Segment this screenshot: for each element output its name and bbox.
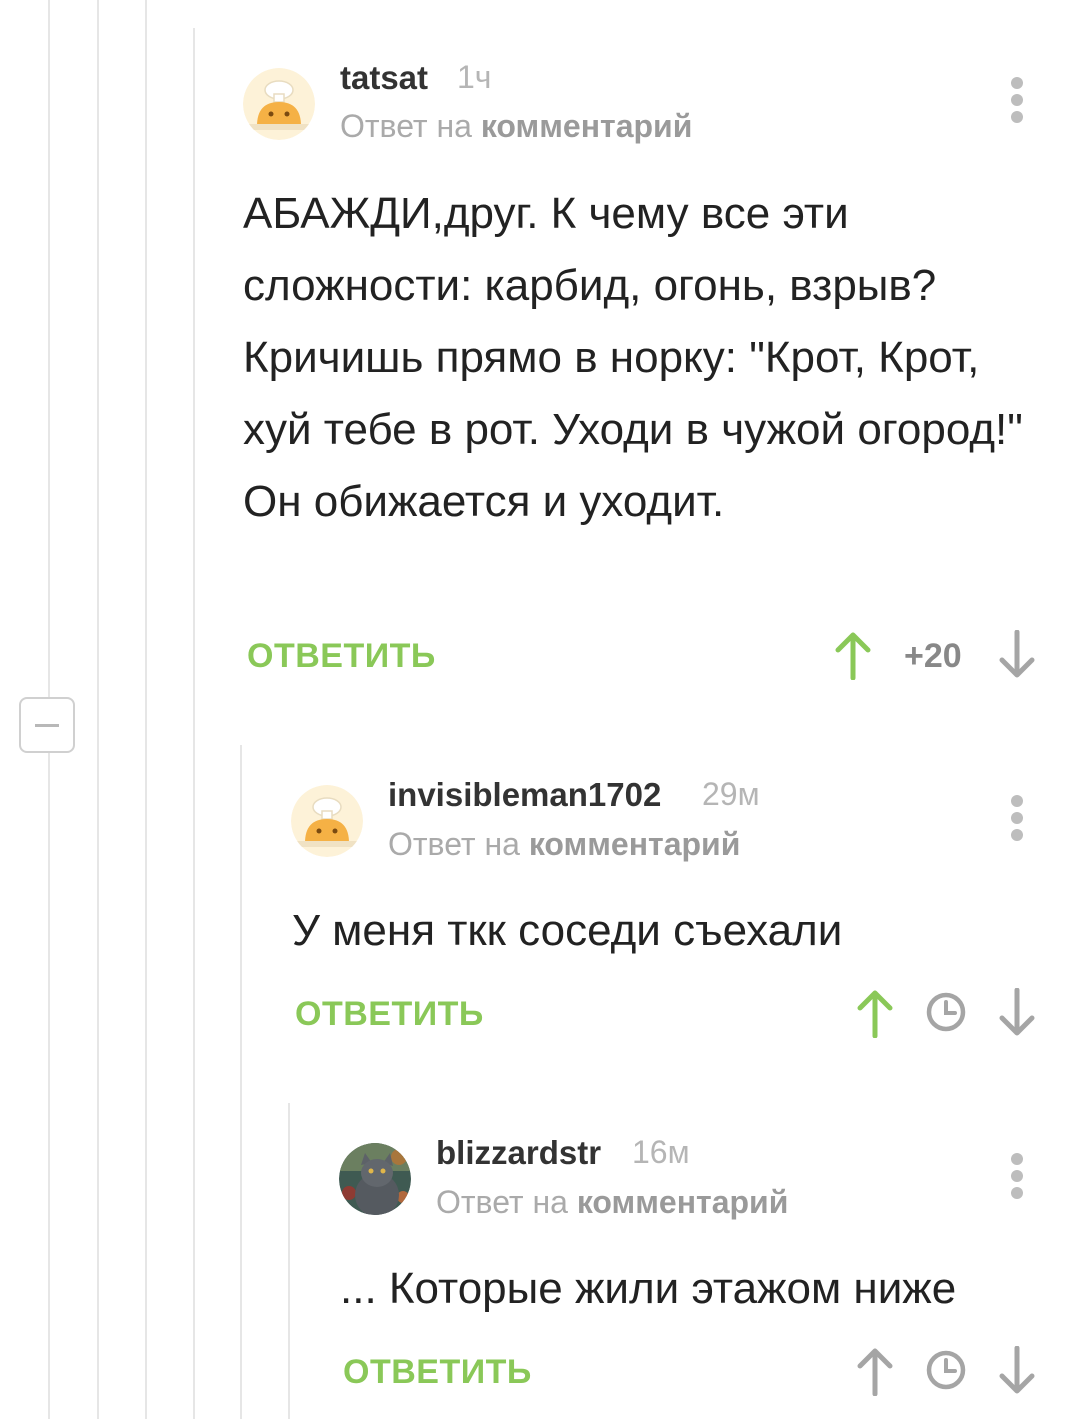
reply-to-link[interactable]: комментарий <box>481 108 693 144</box>
timestamp: 29м <box>702 776 760 812</box>
minus-icon <box>35 724 59 727</box>
downvote-icon[interactable] <box>997 629 1037 685</box>
upvote-icon[interactable] <box>855 988 895 1043</box>
avatar[interactable] <box>243 68 315 140</box>
comment-text: У меня ткк соседи съехали <box>292 906 843 955</box>
default-avatar-icon <box>291 785 363 857</box>
username[interactable]: blizzardstr <box>436 1134 601 1172</box>
avatar[interactable] <box>291 785 363 857</box>
reply-button[interactable]: ОТВЕТИТЬ <box>343 1353 532 1392</box>
downvote-icon[interactable] <box>997 987 1037 1043</box>
timestamp: 1ч <box>457 59 492 95</box>
thread-line <box>193 28 195 1419</box>
reply-to-line: Ответ на комментарий <box>436 1184 788 1221</box>
more-options-icon[interactable] <box>1002 793 1032 843</box>
thread-line <box>97 0 99 1419</box>
comment-text: ... Которые жили этажом ниже <box>340 1264 957 1313</box>
reply-to-prefix: Ответ на <box>436 1184 568 1220</box>
upvote-icon[interactable] <box>855 1346 895 1401</box>
cat-avatar-icon <box>339 1143 411 1215</box>
clock-icon <box>925 991 967 1038</box>
reply-to-link[interactable]: комментарий <box>529 826 741 862</box>
timestamp: 16м <box>632 1134 690 1170</box>
default-avatar-icon <box>243 68 315 140</box>
clock-icon <box>925 1349 967 1396</box>
comment-text: АБАЖДИ,друг. К чему все эти сложности: к… <box>243 189 1023 526</box>
avatar[interactable] <box>339 1143 411 1215</box>
thread-line <box>240 745 242 1419</box>
downvote-icon[interactable] <box>997 1345 1037 1401</box>
more-options-icon[interactable] <box>1002 1151 1032 1201</box>
reply-to-prefix: Ответ на <box>340 108 472 144</box>
reply-to-line: Ответ на комментарий <box>340 108 692 145</box>
reply-to-line: Ответ на комментарий <box>388 826 740 863</box>
thread-line <box>288 1103 290 1419</box>
rating-value: +20 <box>904 637 962 675</box>
reply-button[interactable]: ОТВЕТИТЬ <box>295 995 484 1034</box>
thread-line <box>145 0 147 1419</box>
upvote-icon[interactable] <box>833 630 873 685</box>
more-options-icon[interactable] <box>1002 75 1032 125</box>
reply-to-prefix: Ответ на <box>388 826 520 862</box>
reply-to-link[interactable]: комментарий <box>577 1184 789 1220</box>
collapse-thread-button[interactable] <box>19 697 75 753</box>
username[interactable]: invisibleman1702 <box>388 776 661 814</box>
reply-button[interactable]: ОТВЕТИТЬ <box>247 637 436 676</box>
username[interactable]: tatsat <box>340 59 428 97</box>
